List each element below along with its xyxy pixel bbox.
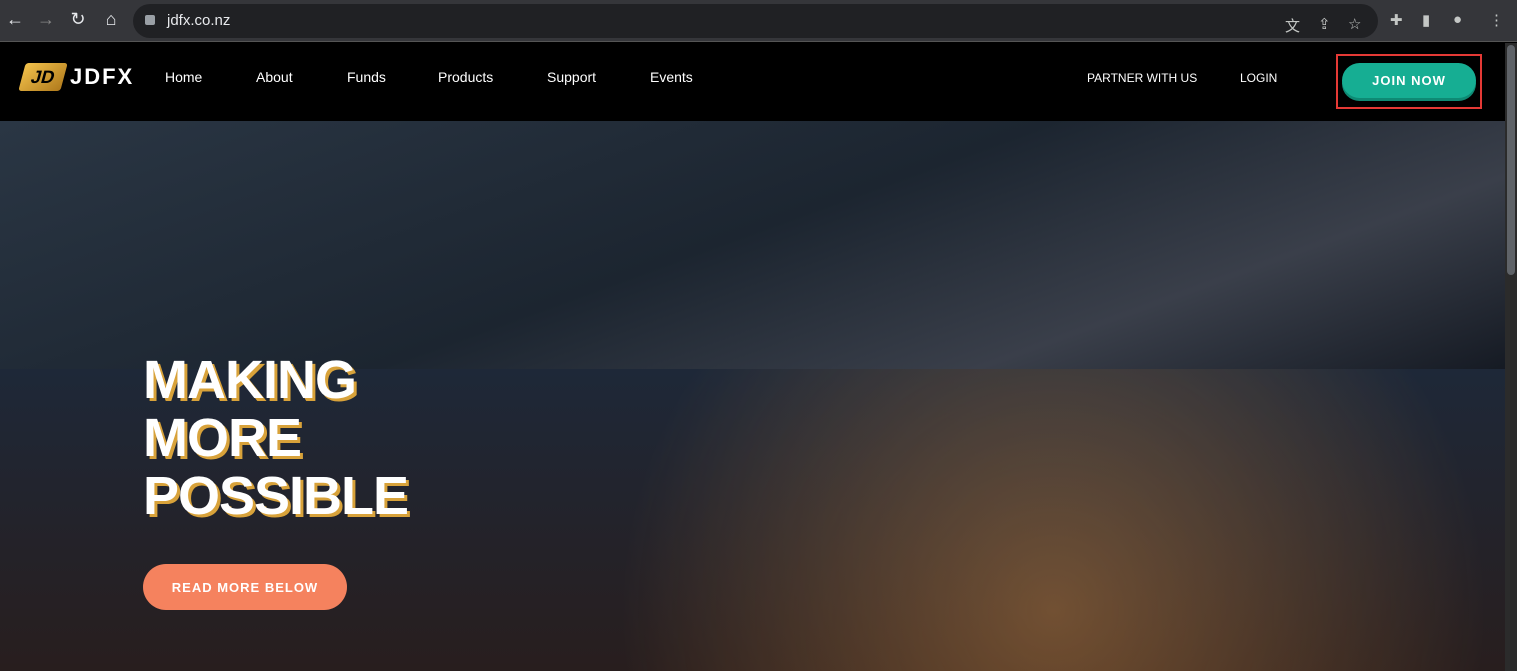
translate-icon[interactable]: 文 [1285, 15, 1300, 36]
nav-login[interactable]: LOGIN [1240, 71, 1277, 85]
nav-home[interactable]: Home [165, 69, 202, 85]
logo[interactable]: JD JDFX [18, 63, 135, 91]
hero-banner: MAKING MORE POSSIBLE READ MORE BELOW [0, 121, 1505, 671]
address-bar[interactable]: jdfx.co.nz 文 ⇪ ☆ [133, 4, 1378, 38]
extensions-icon[interactable]: ✚ [1390, 11, 1403, 29]
nav-about[interactable]: About [256, 69, 293, 85]
share-icon[interactable]: ⇪ [1318, 15, 1331, 33]
side-panel-icon[interactable]: ▮ [1422, 11, 1430, 29]
url-text: jdfx.co.nz [167, 12, 231, 29]
headline-line: MORE [143, 408, 302, 468]
back-icon[interactable]: ← [3, 9, 27, 30]
read-more-button[interactable]: READ MORE BELOW [143, 564, 347, 610]
site-header: JD JDFX Home About Funds Products Support… [0, 43, 1505, 121]
star-icon[interactable]: ☆ [1348, 15, 1361, 33]
nav-support[interactable]: Support [547, 69, 596, 85]
join-now-button[interactable]: JOIN NOW [1342, 63, 1476, 98]
headline-line: MAKING [143, 350, 357, 410]
scrollbar[interactable] [1505, 43, 1517, 671]
logo-text: JDFX [70, 64, 135, 89]
reload-icon[interactable]: ↻ [66, 9, 90, 30]
logo-mark: JD [18, 63, 68, 91]
menu-icon[interactable]: ⋮ [1489, 11, 1504, 29]
nav-partner[interactable]: PARTNER WITH US [1087, 71, 1197, 85]
lock-icon [145, 15, 155, 25]
forward-icon[interactable]: → [34, 9, 58, 30]
profile-icon[interactable]: ● [1453, 11, 1462, 28]
browser-toolbar: ← → ↻ ⌂ jdfx.co.nz 文 ⇪ ☆ ✚ ▮ ● ⋮ [0, 0, 1517, 42]
nav-funds[interactable]: Funds [347, 69, 386, 85]
nav-products[interactable]: Products [438, 69, 493, 85]
scrollbar-thumb[interactable] [1507, 45, 1515, 275]
nav-events[interactable]: Events [650, 69, 693, 85]
headline-line: POSSIBLE [143, 466, 409, 526]
hero-headline: MAKING MORE POSSIBLE [143, 350, 409, 526]
home-icon[interactable]: ⌂ [99, 9, 123, 30]
